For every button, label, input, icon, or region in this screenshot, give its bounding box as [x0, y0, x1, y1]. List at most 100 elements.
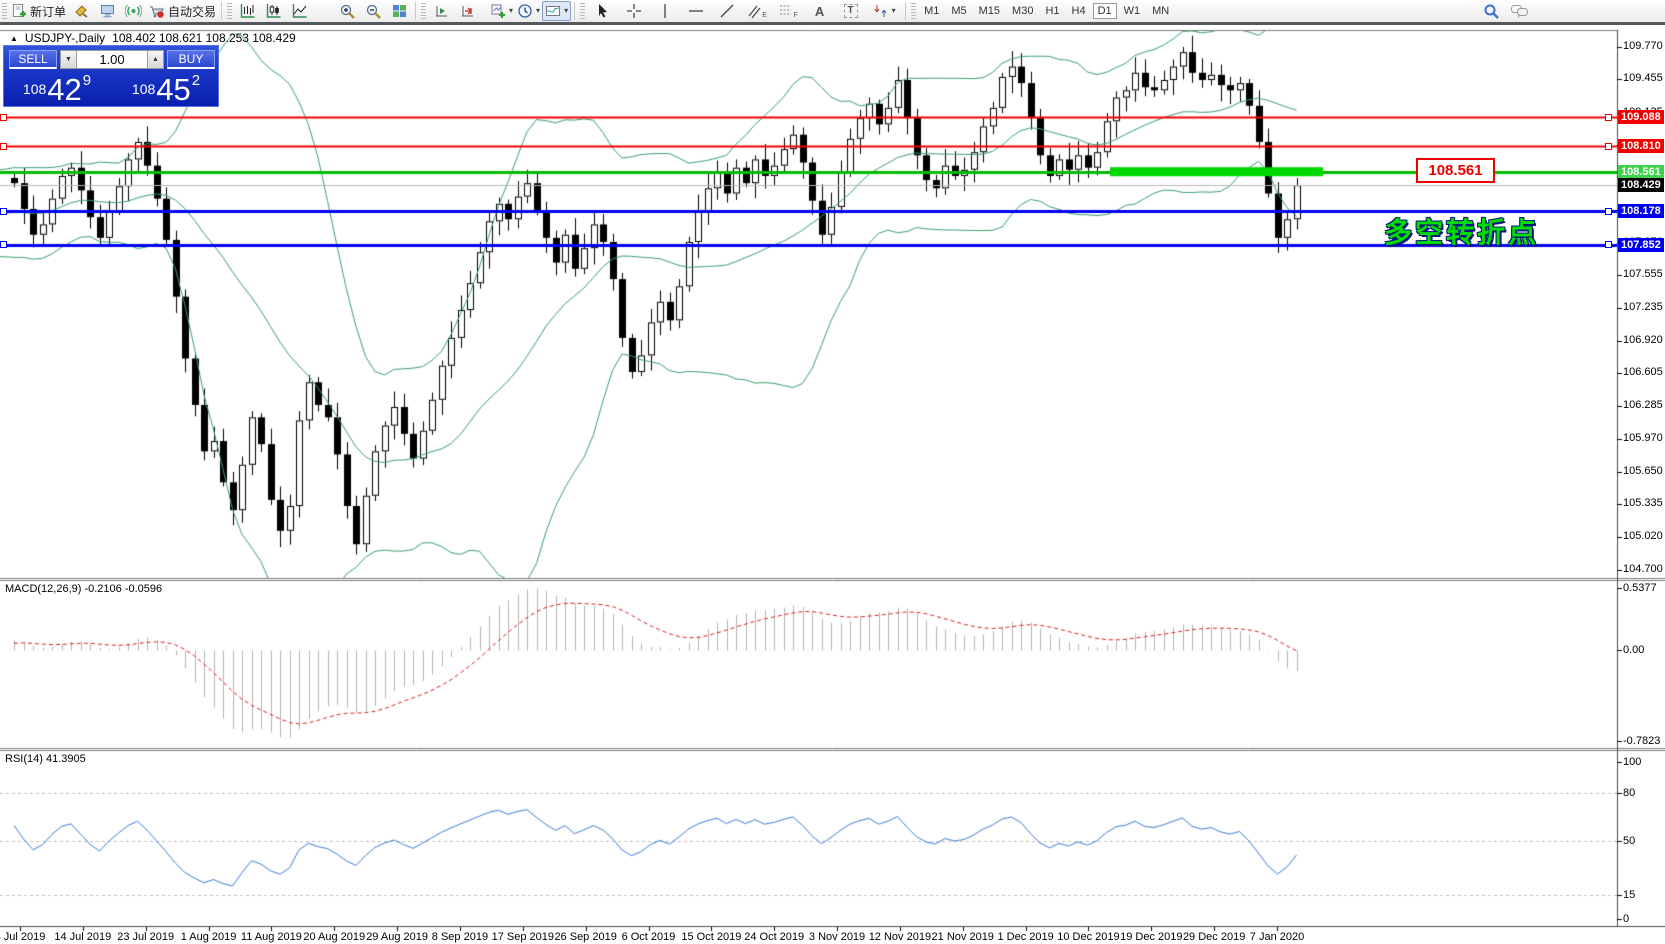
auto-trading-button[interactable]: 自动交易	[146, 1, 218, 21]
clock-icon	[517, 3, 533, 19]
line-handle[interactable]	[1605, 208, 1612, 215]
stepper-down-icon: ▼	[65, 56, 72, 63]
vertical-line-icon	[657, 3, 673, 19]
fibonacci-button[interactable]: F	[773, 1, 804, 21]
bar-chart-button[interactable]	[234, 1, 260, 21]
zoom-out-button[interactable]	[360, 1, 386, 21]
timeframe-w1[interactable]: W1	[1119, 3, 1146, 19]
template-button[interactable]: ▾	[542, 1, 571, 21]
volume-up-button[interactable]: ▲	[147, 50, 164, 69]
step-forward-icon	[433, 3, 450, 19]
equidistant-channel-button[interactable]: E	[742, 1, 773, 21]
search-button[interactable]	[1478, 1, 1504, 21]
volume-input[interactable]	[77, 50, 147, 69]
step-forward-button[interactable]	[428, 1, 454, 21]
new-chart-button[interactable]: ▾	[488, 1, 515, 21]
toolbar-bottom-strip	[0, 22, 1665, 25]
candlestick-chart-button[interactable]	[260, 1, 286, 21]
dropdown-caret: ▾	[564, 7, 568, 15]
timeframe-m1[interactable]: M1	[919, 3, 944, 19]
zoom-out-icon	[365, 3, 382, 20]
equidistant-channel-icon	[748, 3, 761, 19]
macd-label: MACD(12,26,9) -0.2106 -0.0596	[5, 583, 162, 595]
buy-price[interactable]: 108 45 2	[114, 69, 218, 104]
line-handle[interactable]	[1605, 114, 1612, 121]
market-button[interactable]	[68, 1, 94, 21]
buy-price-big: 45	[156, 75, 190, 104]
trading-platform-window: 新订单	[0, 0, 1665, 944]
volume-stepper: ▼ ▲	[60, 50, 164, 69]
macd-pane[interactable]	[0, 581, 1617, 748]
new-chart-icon	[490, 3, 506, 19]
market-icon	[73, 3, 90, 19]
rsi-label: RSI(14) 41.3905	[5, 753, 86, 765]
line-chart-button[interactable]	[286, 1, 312, 21]
line-handle[interactable]	[0, 114, 7, 121]
cursor-button[interactable]	[587, 1, 618, 21]
tile-windows-button[interactable]	[386, 1, 412, 21]
zoom-in-button[interactable]	[334, 1, 360, 21]
main-price-pane[interactable]	[0, 30, 1617, 578]
chart-symbol-period: USDJPY-,Daily	[25, 31, 105, 45]
step-end-icon	[459, 3, 476, 19]
rsi-pane[interactable]	[0, 751, 1617, 927]
chat-icon	[1510, 3, 1529, 19]
line-handle[interactable]	[1605, 143, 1612, 150]
vertical-line-button[interactable]	[649, 1, 680, 21]
new-order-button[interactable]: 新订单	[9, 1, 68, 21]
channel-glyph: E	[762, 12, 767, 19]
fibonacci-glyph: F	[793, 12, 797, 19]
timeframe-h4[interactable]: H4	[1067, 3, 1091, 19]
buy-price-base: 108	[132, 81, 155, 97]
text-icon: A	[815, 5, 824, 18]
arrows-button[interactable]: ▾	[866, 1, 902, 21]
timeframe-m5[interactable]: M5	[946, 3, 971, 19]
chart-ohlc-values: 108.402 108.621 108.253 108.429	[112, 31, 296, 45]
sell-price-base: 108	[23, 81, 46, 97]
horizontal-line-button[interactable]	[680, 1, 711, 21]
timeframe-m15[interactable]: M15	[974, 3, 1005, 19]
dropdown-caret: ▾	[892, 7, 896, 15]
toolbar: 新订单	[0, 0, 1665, 22]
sell-price[interactable]: 108 42 9	[5, 69, 109, 104]
toolbar-grip	[421, 3, 426, 19]
collapse-marker-icon[interactable]: ▲	[10, 34, 18, 43]
volume-down-button[interactable]: ▼	[60, 50, 77, 69]
text-label-button[interactable]: T	[835, 1, 866, 21]
timeframe-d1[interactable]: D1	[1093, 3, 1117, 19]
one-click-trade-panel: SELL ▼ ▲ BUY 108 42 9 108 45 2	[3, 45, 219, 107]
terminal-icon	[99, 3, 116, 19]
terminal-button[interactable]	[94, 1, 120, 21]
trendline-icon	[719, 3, 735, 19]
buy-price-sup: 2	[192, 72, 200, 89]
signals-button[interactable]	[120, 1, 146, 21]
bar-chart-icon	[239, 3, 256, 19]
sell-button[interactable]: SELL	[9, 50, 57, 69]
step-end-button[interactable]	[454, 1, 480, 21]
toolbar-grip	[227, 3, 232, 19]
dropdown-caret: ▾	[509, 7, 513, 15]
trendline-button[interactable]	[711, 1, 742, 21]
line-handle[interactable]	[0, 241, 7, 248]
toolbar-separator	[415, 2, 416, 20]
buy-button[interactable]: BUY	[167, 50, 215, 69]
chart-annotation-text[interactable]: 多空转折点	[1384, 211, 1539, 251]
timeframe-h1[interactable]: H1	[1040, 3, 1064, 19]
chat-button[interactable]	[1506, 1, 1532, 21]
line-handle[interactable]	[1605, 241, 1612, 248]
line-handle[interactable]	[0, 208, 7, 215]
timeframe-m30[interactable]: M30	[1007, 3, 1038, 19]
chart-title: ▲ USDJPY-,Daily 108.402 108.621 108.253 …	[10, 31, 296, 45]
text-button[interactable]: A	[804, 1, 835, 21]
toolbar-separator	[905, 2, 906, 20]
cursor-icon	[595, 3, 610, 19]
arrows-icon	[873, 3, 889, 19]
line-handle[interactable]	[0, 143, 7, 150]
period-button[interactable]: ▾	[515, 1, 542, 21]
crosshair-button[interactable]	[618, 1, 649, 21]
stepper-up-icon: ▲	[152, 56, 159, 63]
timeframe-mn[interactable]: MN	[1147, 3, 1174, 19]
auto-trading-icon	[148, 3, 165, 19]
price-callout-label[interactable]: 108.561	[1416, 158, 1495, 183]
sell-price-sup: 9	[83, 72, 91, 89]
